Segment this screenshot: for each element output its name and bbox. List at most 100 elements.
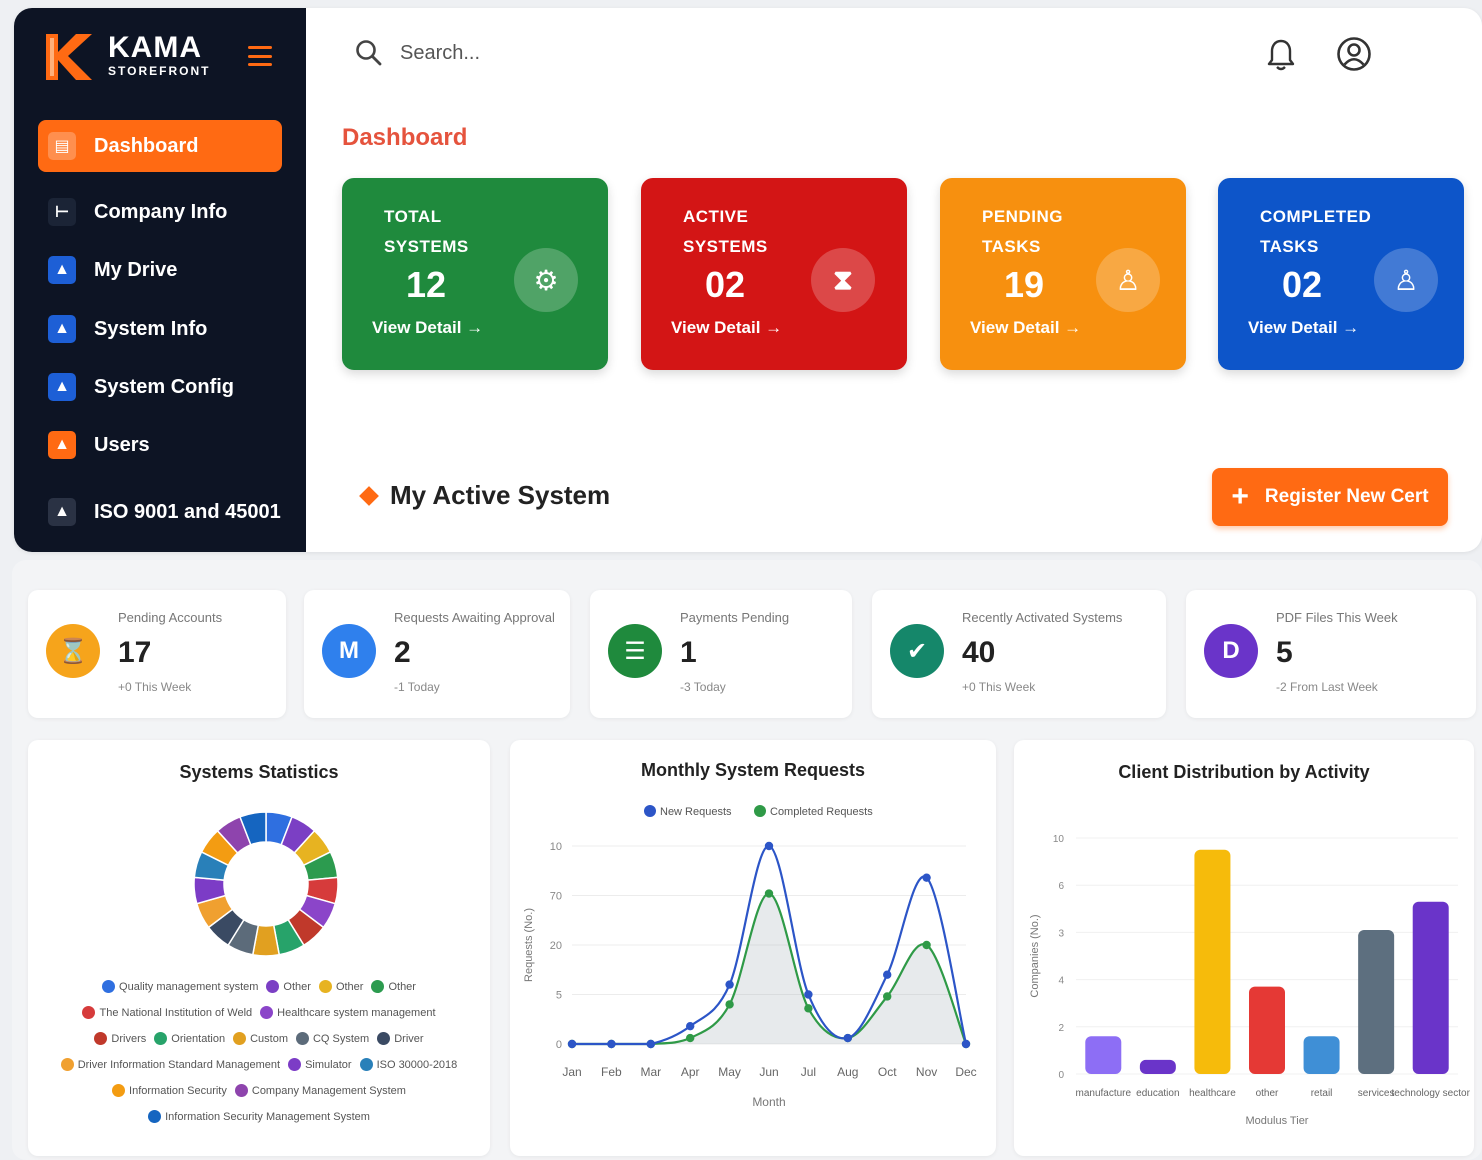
x-tick-label: Apr [681,1065,700,1079]
legend-item[interactable]: Other [371,980,416,993]
data-point [764,841,774,851]
stat-card-total-systems[interactable]: TOTAL SYSTEMS 12 View Detail → ⚙ [342,178,608,370]
view-detail-link[interactable]: View Detail → [671,318,782,338]
search-icon[interactable] [354,38,384,68]
mini-card-pending-accounts[interactable]: ⌛ Pending Accounts 17 +0 This Week [28,590,286,718]
x-tick-label: May [718,1065,741,1079]
stat-card-pending-tasks[interactable]: PENDING TASKS 19 View Detail → ♙ [940,178,1186,370]
bell-icon[interactable] [1266,38,1296,72]
legend-swatch [754,805,766,817]
search-input[interactable] [400,36,1000,70]
sidebar-item-system-info[interactable]: ▲ System Info [38,303,282,355]
legend-item[interactable]: CQ System [295,1032,370,1045]
legend-item[interactable]: ISO 30000-2018 [359,1058,457,1071]
legend-item[interactable]: Other [266,980,311,993]
iso-icon: ▲ [48,498,76,526]
legend-label: Information Security [129,1084,227,1097]
legend-label: Other [335,980,364,993]
legend-item[interactable]: The National Institution of Weld [82,1006,252,1019]
stat-label: PENDING TASKS [982,207,1063,256]
data-point [843,1033,852,1043]
mini-card-payments-pending[interactable]: ☰ Payments Pending 1 -3 Today [590,590,852,718]
y-tick-label: 10 [550,841,562,853]
legend-item[interactable]: Quality management system [102,980,258,993]
legend-swatch [288,1058,302,1071]
legend-item[interactable]: Driver [377,1032,424,1045]
drive-icon: ▲ [48,256,76,284]
sidebar: KAMA STOREFRONT ▤ Dashboard ⊢ Company In… [14,8,306,552]
data-point [961,1039,971,1049]
sidebar-item-system-config[interactable]: ▲ System Config [38,361,282,413]
mini-card-pdf-files[interactable]: D PDF Files This Week 5 -2 From Last Wee… [1186,590,1476,718]
menu-toggle-icon[interactable] [248,46,272,66]
sidebar-item-users[interactable]: ▲ Users [38,419,282,471]
y-tick-label: 3 [1058,928,1064,939]
legend-swatch [295,1032,309,1045]
register-button-label: Register New Cert [1264,486,1429,507]
legend-item[interactable]: Information Security [112,1084,227,1097]
mini-card-recently-activated[interactable]: ✔ Recently Activated Systems 40 +0 This … [872,590,1166,718]
legend-label: Driver [394,1032,424,1045]
view-detail-link[interactable]: View Detail → [372,318,483,338]
register-new-cert-button[interactable]: + Register New Cert [1212,468,1448,526]
stat-card-completed-tasks[interactable]: COMPLETED TASKS 02 View Detail → ♙ [1218,178,1464,370]
bar [1139,1059,1176,1074]
mini-sub: +0 This Week [118,680,192,694]
mini-value: 17 [118,636,152,669]
sidebar-item-company-info[interactable]: ⊢ Company Info [38,186,282,238]
x-tick-label: Aug [837,1065,858,1079]
data-point [883,992,892,1001]
view-detail-link[interactable]: View Detail → [970,318,1081,338]
system-config-icon: ▲ [48,373,76,401]
legend-item[interactable]: Simulator [288,1058,352,1071]
legend-item[interactable]: Orientation [154,1032,225,1045]
legend-item[interactable]: Other [318,980,364,993]
y-axis-label: Requests (No.) [523,908,535,982]
panel-systems-statistics: Systems Statistics Quality management sy… [28,740,490,1156]
legend-label: Custom [250,1032,288,1045]
x-tick-label: education [1136,1088,1179,1099]
legend-row: Information Security Management System [28,1110,490,1123]
legend-item[interactable]: Information Security Management System [148,1110,370,1123]
sidebar-item-my-drive[interactable]: ▲ My Drive [38,244,282,296]
stat-card-active-systems[interactable]: ACTIVE SYSTEMS 02 View Detail → ⧗ [641,178,907,370]
legend-swatch [318,980,332,993]
legend-label: Other [388,980,416,993]
sidebar-item-dashboard[interactable]: ▤ Dashboard [38,120,282,172]
legend-item[interactable]: Healthcare system management [260,1006,436,1019]
mini-sub: +0 This Week [962,680,1036,694]
legend-item[interactable]: Company Management System [234,1084,406,1097]
x-tick-label: Jun [759,1065,778,1079]
legend-label: Healthcare system management [277,1006,436,1019]
data-point [883,970,892,979]
mini-value: 40 [962,636,996,669]
company-icon: ⊢ [48,198,76,226]
legend-row: Drivers Orientation Custom CQ System Driver [28,1032,490,1045]
legend-label: Simulator [305,1058,352,1071]
sidebar-item-label: System Info [94,317,208,340]
legend-item[interactable]: Drivers [94,1032,146,1045]
x-axis-label: Month [752,1095,785,1109]
sidebar-item-iso[interactable]: ▲ ISO 9001 and 45001 [38,486,282,538]
bar [1303,1036,1340,1074]
legend-item[interactable]: Custom [233,1032,288,1045]
brand-logo[interactable]: KAMA STOREFRONT [42,30,210,82]
legend-label: CQ System [312,1032,370,1045]
mini-card-requests-awaiting[interactable]: M Requests Awaiting Approval 2 -1 Today [304,590,570,718]
legend-row: Information Security Company Management S… [28,1084,490,1097]
page-title: Dashboard [342,124,468,151]
x-tick-label: Dec [955,1065,976,1079]
plus-icon: + [1231,480,1249,513]
x-tick-label: retail [1311,1088,1333,1099]
y-tick-label: 0 [1058,1070,1064,1081]
panel-monthly-requests: Monthly System Requests New Requests Comp… [510,740,996,1156]
user-profile-icon[interactable] [1336,36,1372,72]
legend-swatch [94,1032,108,1045]
y-tick-label: 0 [556,1039,562,1051]
legend-label: New Requests [660,806,732,818]
legend-item[interactable]: Driver Information Standard Management [60,1058,280,1071]
x-tick-label: Jan [562,1065,581,1079]
mini-title: PDF Files This Week [1276,610,1398,625]
x-tick-label: Oct [878,1065,897,1079]
view-detail-link[interactable]: View Detail → [1248,318,1359,338]
